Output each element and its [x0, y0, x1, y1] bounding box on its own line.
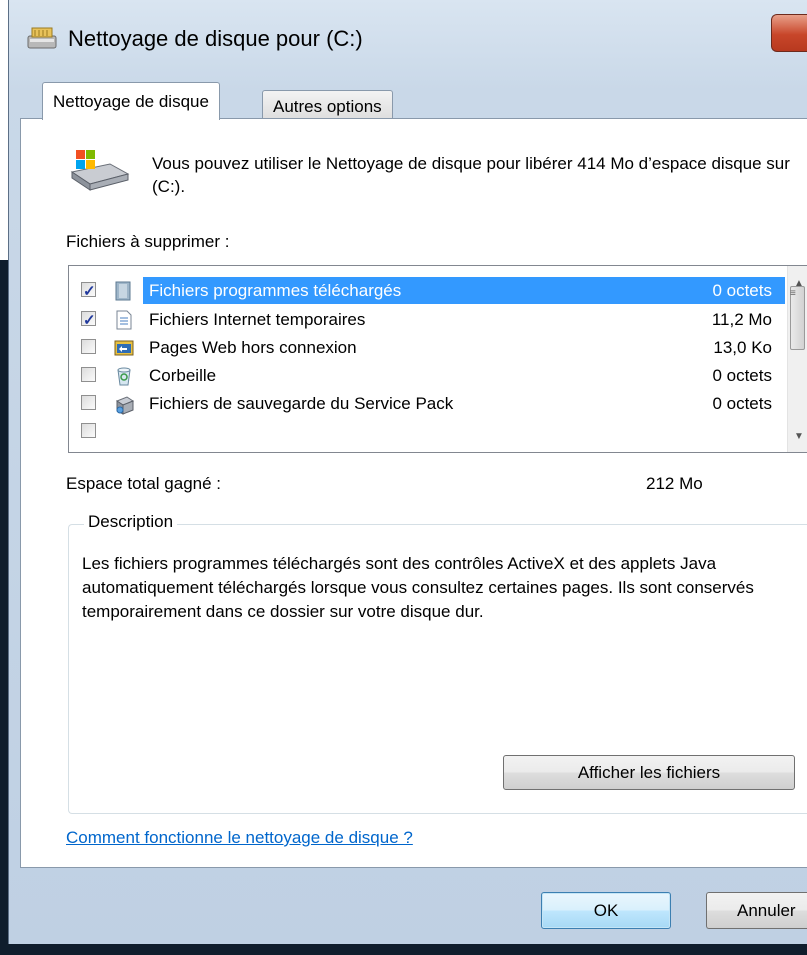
file-size: 0 octets	[712, 366, 772, 385]
file-name: Pages Web hors connexion	[149, 338, 357, 357]
total-space-value: 212 Mo	[646, 474, 703, 493]
file-name: Fichiers Internet temporaires	[149, 310, 366, 329]
file-size: 0 octets	[712, 394, 772, 413]
total-space-label: Espace total gagné :	[66, 474, 222, 493]
file-size: 11,2 Mo	[711, 310, 772, 329]
scroll-down-arrow-icon[interactable]: ▼	[794, 431, 804, 442]
description-text: Les fichiers programmes téléchargés sont…	[82, 554, 754, 621]
file-size: 0 octets	[712, 281, 772, 300]
offline-pages-icon	[114, 340, 134, 356]
recycle-bin-icon	[117, 367, 131, 386]
list-item[interactable]: ✓ Fichiers Internet temporaires 11,2 Mo	[69, 306, 786, 333]
document-icon	[116, 310, 132, 330]
window-title: Nettoyage de disque pour (C:)	[68, 26, 363, 51]
ok-button[interactable]: OK	[541, 892, 671, 929]
checkbox[interactable]	[81, 339, 96, 354]
checkbox[interactable]: ✓	[81, 311, 96, 329]
disk-cleanup-icon	[27, 27, 57, 49]
checkbox[interactable]	[81, 367, 96, 382]
list-item[interactable]: Pages Web hors connexion 13,0 Ko	[69, 334, 786, 361]
list-scrollbar[interactable]: ▲ ≡ ▼	[787, 266, 807, 452]
background-bottom-edge	[8, 944, 807, 955]
scroll-grip-icon: ≡	[790, 288, 796, 299]
description-title: Description	[84, 512, 178, 532]
background-left-edge	[0, 260, 8, 955]
checkmark-icon: ✓	[83, 312, 96, 329]
help-link[interactable]: Comment fonctionne le nettoyage de disqu…	[66, 828, 413, 848]
files-to-delete-label: Fichiers à supprimer :	[66, 232, 230, 251]
intro-text: Vous pouvez utiliser le Nettoyage de dis…	[152, 154, 790, 196]
list-item[interactable]: ✓ Fichiers programmes téléchargés 0 octe…	[69, 277, 786, 304]
disk-drive-icon	[70, 150, 130, 191]
service-pack-icon	[115, 396, 135, 415]
tab-nettoyage-de-disque[interactable]: Nettoyage de disque	[42, 82, 220, 120]
list-item[interactable]: Corbeille 0 octets	[69, 362, 786, 389]
close-button[interactable]	[771, 14, 807, 52]
checkbox[interactable]: ✓	[81, 282, 96, 300]
checkbox[interactable]	[81, 423, 96, 438]
list-item[interactable]: Fichiers de sauvegarde du Service Pack 0…	[69, 390, 786, 417]
tab-autres-options[interactable]: Autres options	[262, 90, 393, 119]
checkbox[interactable]	[81, 395, 96, 410]
list-item[interactable]	[69, 418, 786, 445]
view-files-button[interactable]: Afficher les fichiers	[503, 755, 795, 790]
checkmark-icon: ✓	[83, 283, 96, 300]
files-list[interactable]: ✓ Fichiers programmes téléchargés 0 octe…	[68, 265, 807, 453]
file-name: Corbeille	[149, 366, 217, 385]
file-size: 13,0 Ko	[713, 338, 772, 357]
file-name: Fichiers programmes téléchargés	[149, 281, 402, 300]
folder-icon	[115, 281, 131, 301]
file-name: Fichiers de sauvegarde du Service Pack	[149, 394, 454, 413]
cancel-button[interactable]: Annuler	[706, 892, 807, 929]
